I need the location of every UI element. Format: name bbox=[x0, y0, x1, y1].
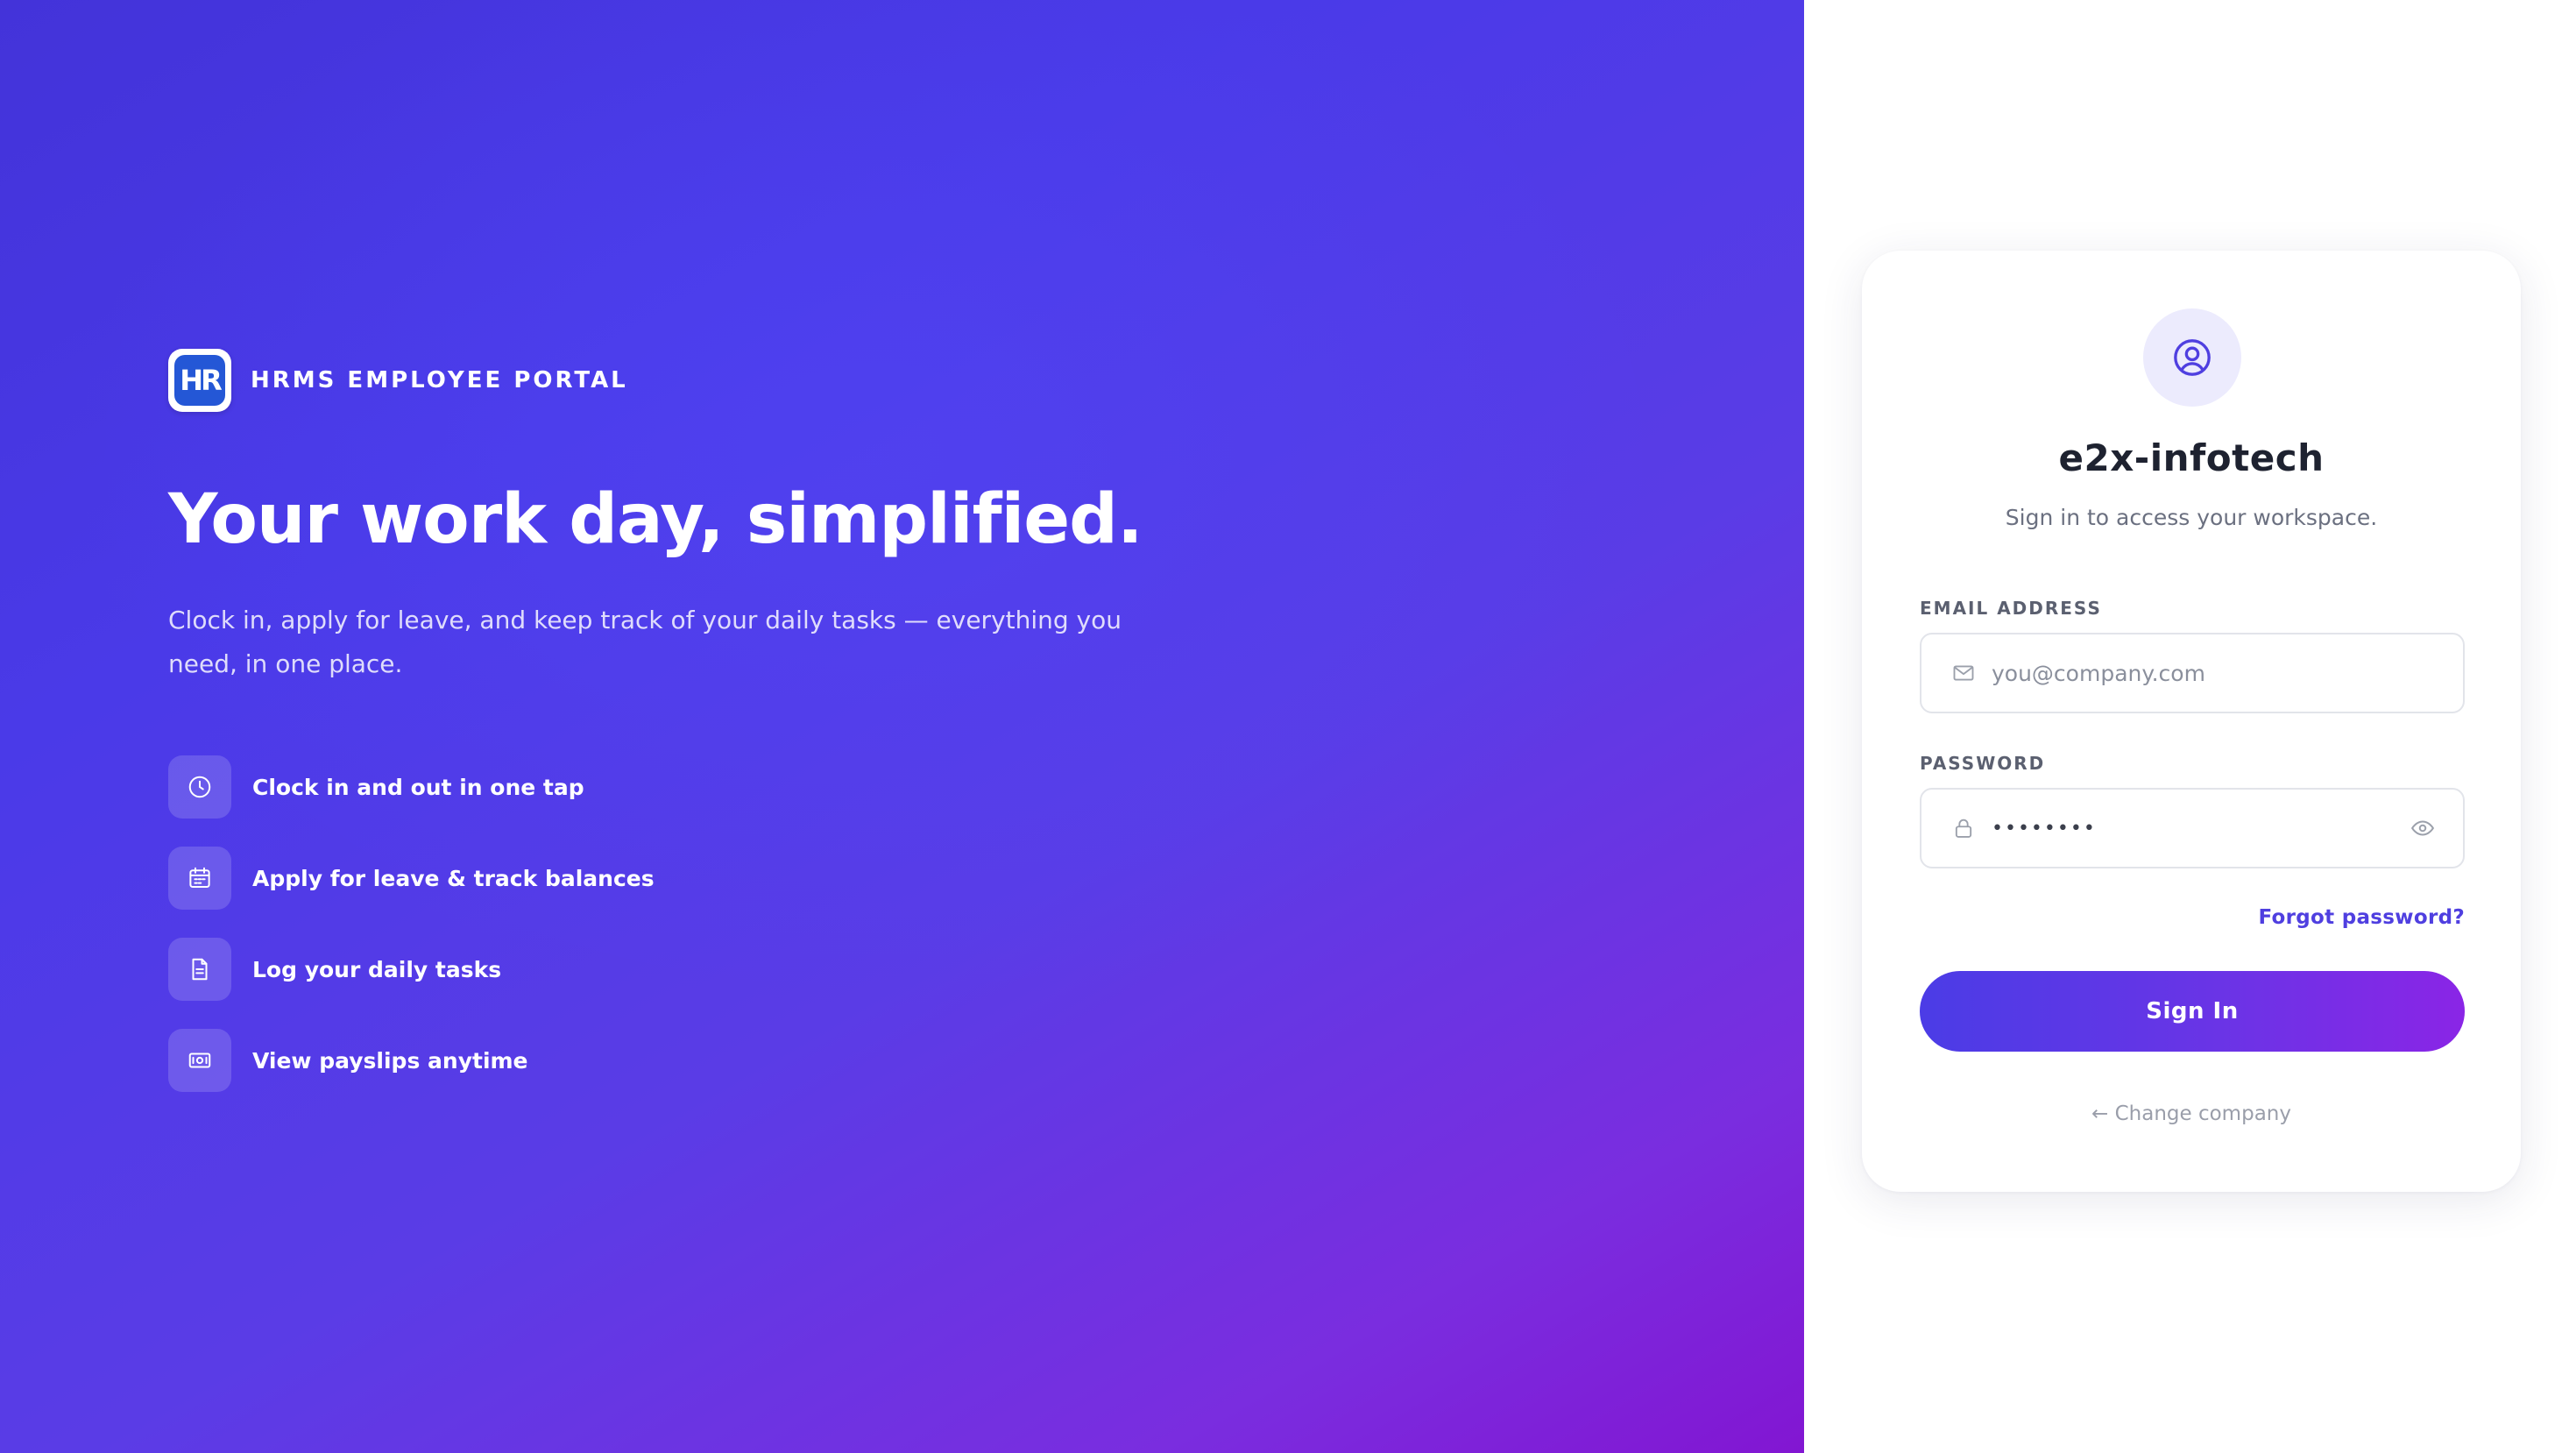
password-input[interactable]: •••••••• bbox=[1992, 818, 2409, 840]
lock-icon bbox=[1951, 816, 1976, 840]
hero-panel: HR HRMS EMPLOYEE PORTAL Your work day, s… bbox=[0, 0, 1804, 1453]
feature-label: Apply for leave & track balances bbox=[252, 865, 655, 891]
eye-icon[interactable] bbox=[2409, 814, 2437, 842]
feature-item-payslips: View payslips anytime bbox=[168, 1029, 655, 1092]
document-icon bbox=[168, 938, 231, 1001]
user-circle-icon bbox=[2143, 308, 2241, 407]
company-name: e2x-infotech bbox=[2058, 436, 2325, 479]
sign-in-button[interactable]: Sign In bbox=[1920, 971, 2465, 1052]
forgot-password-link[interactable]: Forgot password? bbox=[2258, 906, 2465, 929]
feature-item-tasks: Log your daily tasks bbox=[168, 938, 655, 1001]
hero-subtext: Clock in, apply for leave, and keep trac… bbox=[168, 606, 1122, 678]
brand: HR HRMS EMPLOYEE PORTAL bbox=[168, 349, 628, 412]
brand-logo-text: HR bbox=[174, 355, 225, 406]
feature-label: View payslips anytime bbox=[252, 1047, 528, 1074]
email-input[interactable] bbox=[1992, 634, 2463, 712]
email-label: EMAIL ADDRESS bbox=[1920, 598, 2102, 619]
feature-item-clock: Clock in and out in one tap bbox=[168, 755, 655, 819]
password-field[interactable]: •••••••• bbox=[1920, 788, 2465, 868]
email-field[interactable] bbox=[1920, 633, 2465, 713]
feature-label: Clock in and out in one tap bbox=[252, 774, 584, 800]
brand-name: HRMS EMPLOYEE PORTAL bbox=[251, 367, 628, 393]
calendar-icon bbox=[168, 847, 231, 910]
feature-list: Clock in and out in one tap Apply for le… bbox=[168, 755, 655, 1120]
login-subtitle: Sign in to access your workspace. bbox=[2005, 505, 2378, 530]
login-card: e2x-infotech Sign in to access your work… bbox=[1862, 251, 2521, 1192]
password-label: PASSWORD bbox=[1920, 753, 2046, 774]
brand-logo: HR bbox=[168, 349, 231, 412]
hero-headline: Your work day, simplified. bbox=[168, 480, 1143, 559]
change-company-link[interactable]: ← Change company bbox=[1862, 1102, 2521, 1125]
login-panel: e2x-infotech Sign in to access your work… bbox=[1804, 0, 2576, 1453]
mail-icon bbox=[1951, 661, 1976, 685]
clock-icon bbox=[168, 755, 231, 819]
payslip-icon bbox=[168, 1029, 231, 1092]
feature-label: Log your daily tasks bbox=[252, 956, 502, 982]
feature-item-leave: Apply for leave & track balances bbox=[168, 847, 655, 910]
